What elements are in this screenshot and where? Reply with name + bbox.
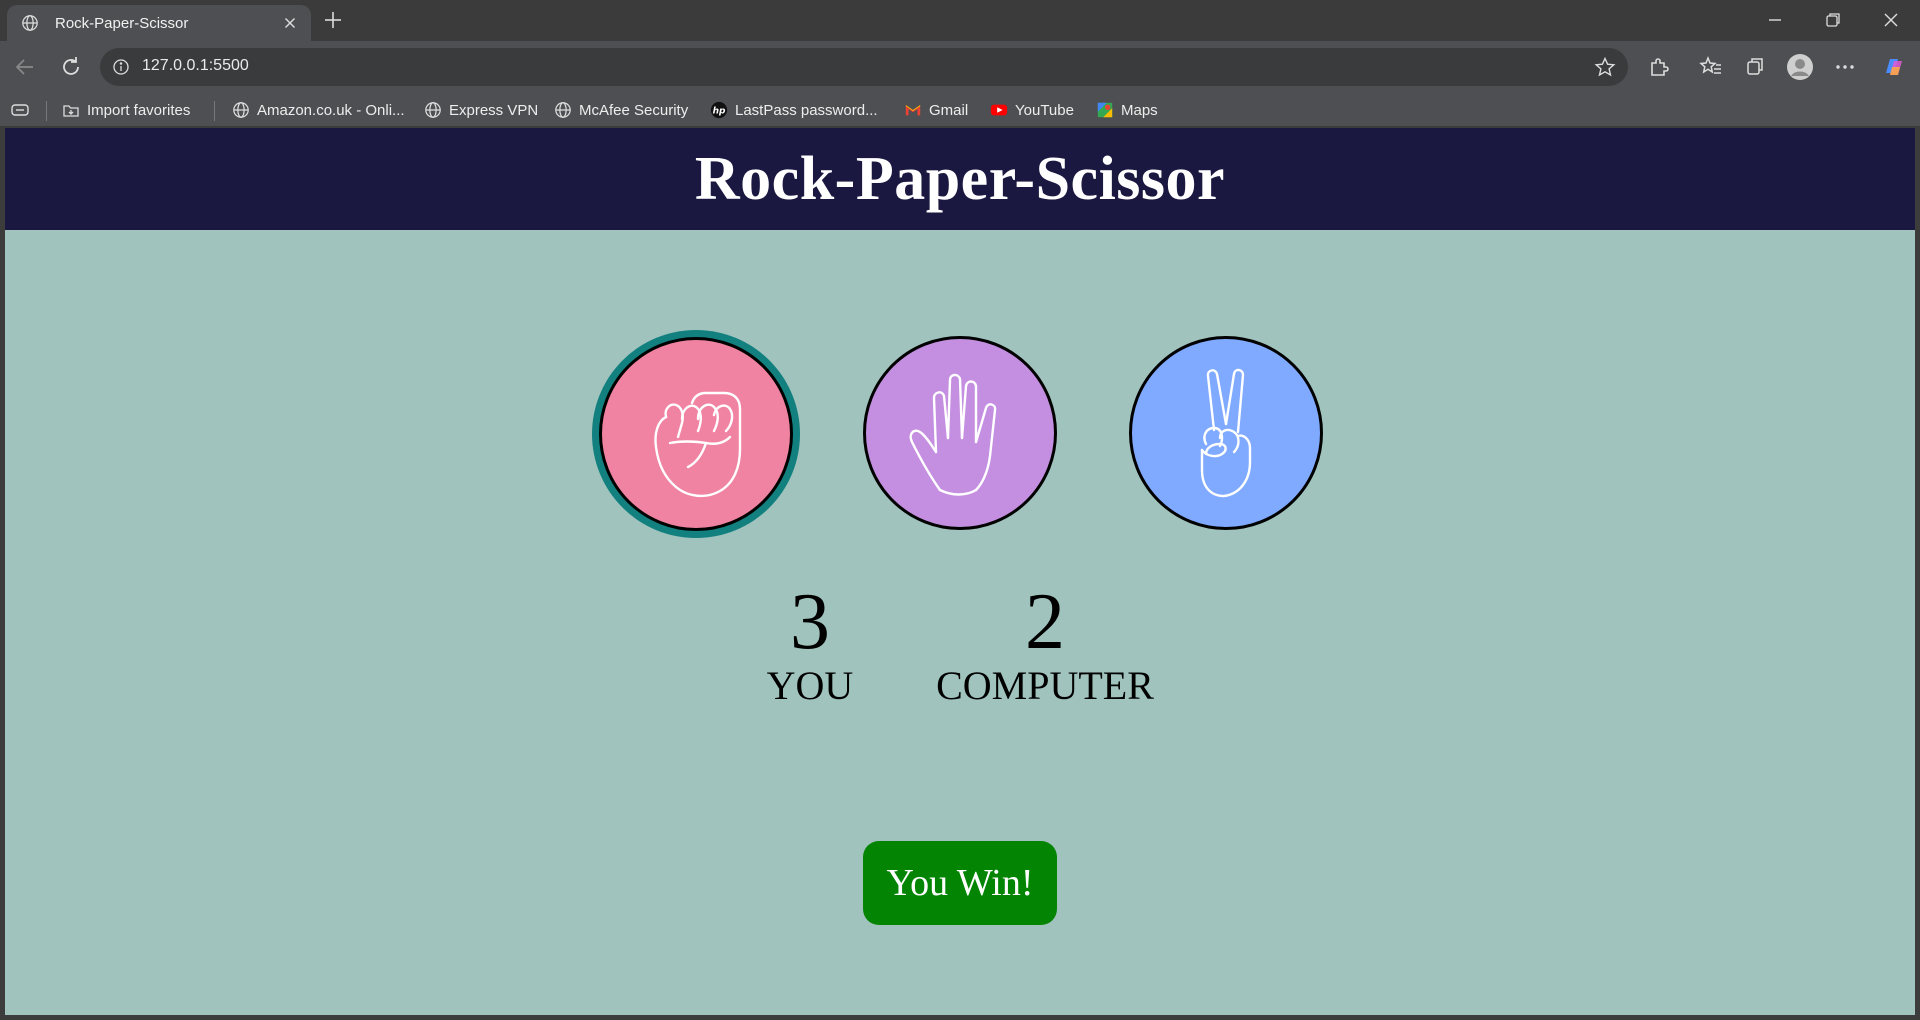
scissors-choice-button[interactable]: [1129, 336, 1323, 530]
bookmarks-bar: Import favorites Amazon.co.uk - Onli... …: [0, 93, 1920, 127]
bookmark-separator: [46, 101, 47, 121]
bookmark-separator: [214, 101, 215, 121]
bookmark-gmail[interactable]: Gmail: [904, 93, 968, 127]
extensions-icon[interactable]: [1646, 54, 1672, 80]
refresh-icon[interactable]: [58, 54, 84, 80]
page-header: Rock-Paper-Scissor: [5, 128, 1915, 230]
address-bar[interactable]: 127.0.0.1:5500: [100, 48, 1628, 86]
globe-icon: [425, 102, 441, 118]
bookmark-import-favorites[interactable]: Import favorites: [62, 93, 190, 127]
browser-tab[interactable]: Rock-Paper-Scissor: [7, 5, 311, 41]
info-icon[interactable]: [112, 58, 130, 76]
import-icon: [63, 105, 79, 117]
bookmark-label: Amazon.co.uk - Onli...: [257, 101, 405, 119]
bookmark-label: Import favorites: [87, 101, 191, 119]
computer-score-block: 2 COMPUTER: [925, 580, 1165, 708]
bookmark-youtube[interactable]: YouTube: [990, 93, 1074, 127]
reading-list-icon[interactable]: [10, 101, 30, 119]
globe-icon: [22, 15, 38, 31]
globe-icon: [555, 102, 571, 118]
bookmark-label: Gmail: [929, 101, 969, 119]
computer-score: 2: [1025, 578, 1065, 666]
peace-hand-icon: [1200, 368, 1252, 498]
user-score: 3: [790, 578, 830, 666]
open-hand-icon: [909, 373, 997, 496]
tab-bar: Rock-Paper-Scissor: [0, 0, 1920, 41]
url-text: 127.0.0.1:5500: [142, 57, 249, 74]
gmail-icon: [905, 105, 921, 116]
page-title: Rock-Paper-Scissor: [694, 144, 1226, 213]
fist-icon: [654, 391, 742, 498]
bookmark-label: LastPass password...: [735, 101, 878, 119]
page-viewport: Rock-Paper-Scissor 3 YOU 2 COMPUTER You …: [5, 128, 1915, 1015]
maps-icon: [1097, 102, 1113, 118]
bookmark-label: McAfee Security: [579, 101, 689, 119]
youtube-icon: [990, 104, 1008, 116]
user-score-block: 3 YOU: [745, 580, 875, 708]
paper-choice-button[interactable]: [863, 336, 1057, 530]
globe-icon: [233, 102, 249, 118]
profile-avatar-icon[interactable]: [1786, 53, 1814, 81]
minimize-icon[interactable]: [1764, 9, 1786, 31]
favorites-icon[interactable]: [1698, 54, 1724, 80]
close-tab-icon[interactable]: [281, 14, 299, 32]
svg-text:hp: hp: [713, 107, 726, 117]
bookmark-lastpass[interactable]: hp LastPass password...: [710, 93, 878, 127]
bookmark-label: Maps: [1121, 101, 1158, 119]
computer-score-label: COMPUTER: [936, 663, 1154, 708]
collections-icon[interactable]: [1742, 54, 1768, 80]
user-score-label: YOU: [766, 663, 854, 708]
close-window-icon[interactable]: [1880, 9, 1902, 31]
back-icon[interactable]: [12, 54, 38, 80]
hp-icon: hp: [710, 101, 728, 119]
bookmark-mcafee[interactable]: McAfee Security: [554, 93, 688, 127]
bookmark-label: YouTube: [1015, 101, 1074, 119]
result-message: You Win!: [863, 841, 1057, 925]
new-tab-icon[interactable]: [322, 9, 344, 31]
tab-title: Rock-Paper-Scissor: [55, 15, 189, 32]
bookmark-label: Express VPN: [449, 101, 539, 119]
restore-icon[interactable]: [1822, 9, 1844, 31]
copilot-icon[interactable]: [1880, 53, 1908, 81]
rock-choice-button[interactable]: [599, 337, 793, 531]
favorite-star-icon[interactable]: [1594, 56, 1616, 78]
more-options-icon[interactable]: [1832, 54, 1858, 80]
bookmark-express-vpn[interactable]: Express VPN: [424, 93, 538, 127]
browser-toolbar: 127.0.0.1:5500: [0, 41, 1920, 93]
bookmark-amazon[interactable]: Amazon.co.uk - Onli...: [232, 93, 405, 127]
bookmark-maps[interactable]: Maps: [1096, 93, 1158, 127]
